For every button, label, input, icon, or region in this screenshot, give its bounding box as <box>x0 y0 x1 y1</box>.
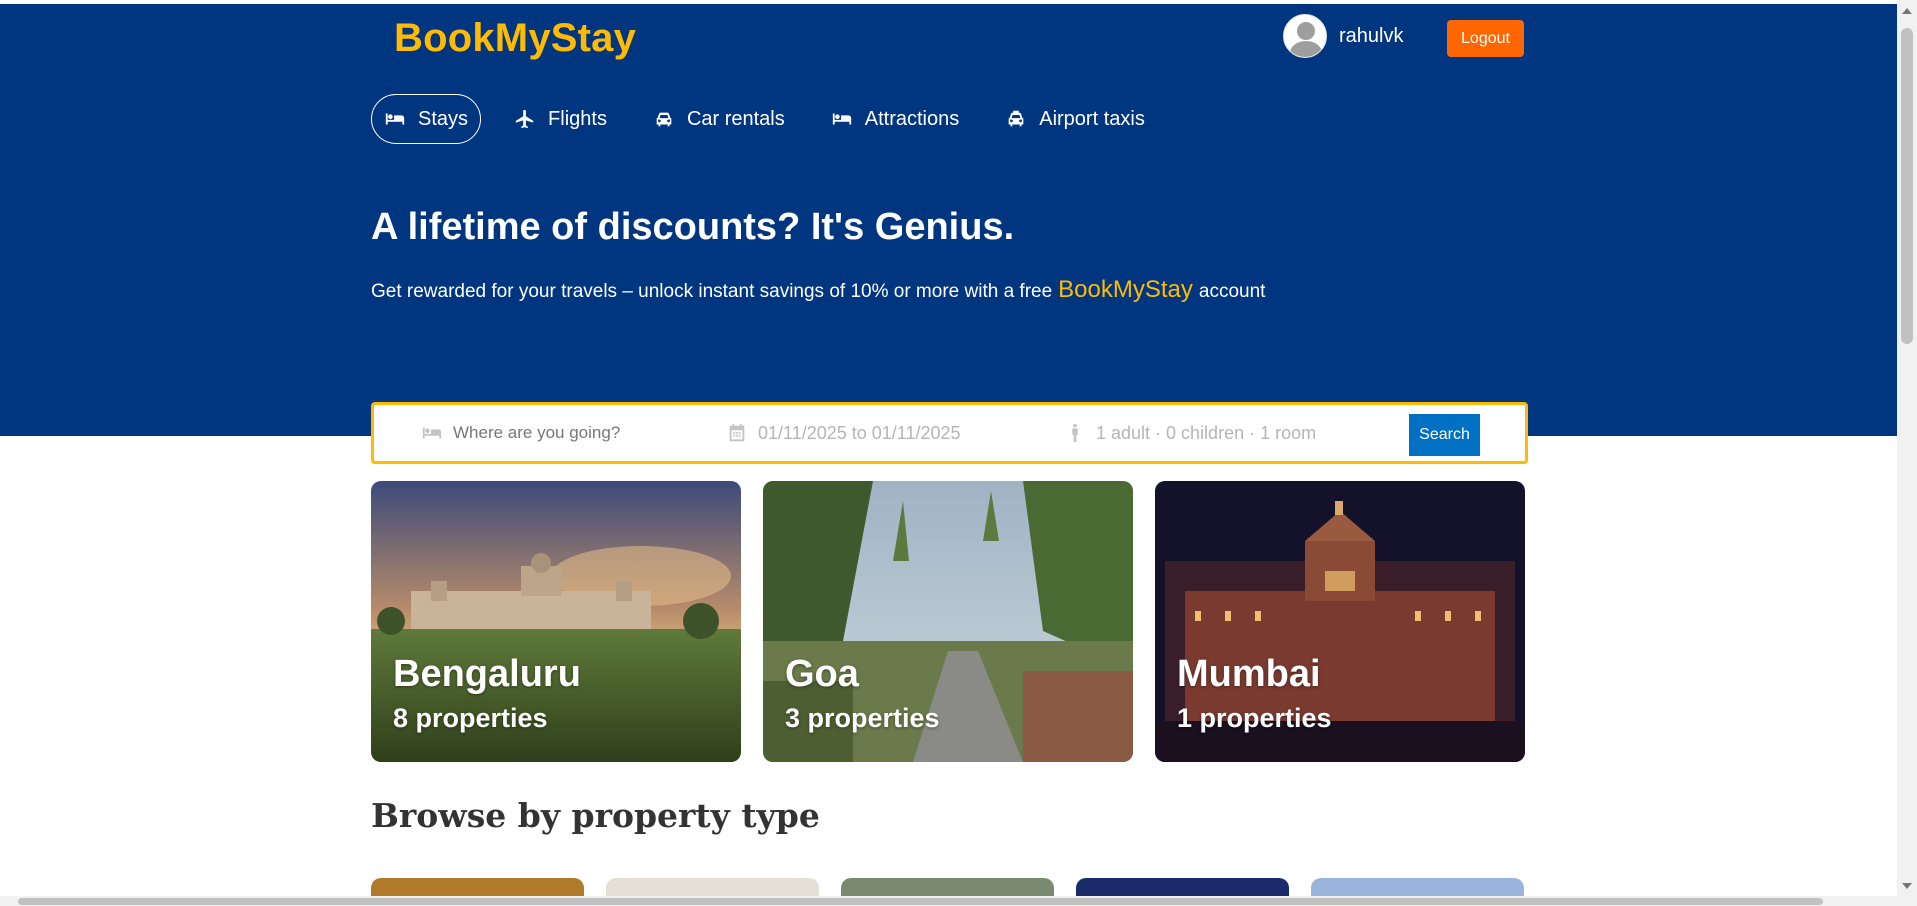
nav-item-label: Flights <box>548 107 607 130</box>
city-properties-count: 1 properties <box>1177 703 1332 733</box>
horizontal-scrollbar[interactable] <box>0 896 1897 906</box>
date-range-text[interactable]: 01/11/2025 to 01/11/2025 <box>758 423 961 444</box>
city-name: Mumbai <box>1177 653 1321 695</box>
hero-subtitle-end: account <box>1198 281 1266 302</box>
nav-item-label: Stays <box>418 107 469 130</box>
nav-item-stays[interactable]: Stays <box>371 94 482 144</box>
taxi-icon <box>1008 110 1024 127</box>
property-type-card[interactable] <box>606 878 819 898</box>
plane-icon <box>515 109 534 129</box>
calendar-icon <box>729 423 745 442</box>
property-type-card[interactable] <box>841 878 1054 898</box>
nav-item-label: Airport taxis <box>1039 107 1145 130</box>
city-name: Bengaluru <box>393 653 581 695</box>
logout-button[interactable]: Logout <box>1447 20 1524 57</box>
destination-field[interactable]: Where are you going? <box>421 422 620 444</box>
hero-subtitle-brand: BookMyStay <box>1058 276 1193 303</box>
property-type-card[interactable] <box>371 878 584 898</box>
brand-logo[interactable]: BookMyStay <box>394 16 636 61</box>
search-button[interactable]: Search <box>1409 414 1480 456</box>
date-field[interactable]: 01/11/2025 to 01/11/2025 <box>726 422 961 444</box>
scroll-up-icon[interactable] <box>1902 8 1912 14</box>
hero-subtitle-text: Get rewarded for your travels – unlock i… <box>371 281 1053 302</box>
city-card-bengaluru[interactable]: Bengaluru 8 properties <box>371 481 741 762</box>
person-icon <box>1072 423 1078 443</box>
scrollbar-thumb[interactable] <box>1901 28 1913 344</box>
vertical-scrollbar[interactable] <box>1897 0 1917 906</box>
main-nav: Stays Flights Car rentals Attractions Ai… <box>371 94 1158 144</box>
nav-item-airport-taxis[interactable]: Airport taxis <box>992 94 1158 144</box>
city-name: Goa <box>785 653 859 695</box>
property-type-list <box>371 878 1524 898</box>
nav-item-label: Car rentals <box>686 107 785 130</box>
username-label: rahulvk <box>1339 24 1404 47</box>
user-avatar-icon <box>1283 14 1327 58</box>
user-profile[interactable]: rahulvk <box>1283 14 1403 58</box>
city-card-mumbai[interactable]: Mumbai 1 properties <box>1155 481 1525 762</box>
scrollbar-thumb[interactable] <box>18 898 1823 905</box>
hero-subtitle: Get rewarded for your travels – unlock i… <box>371 276 1265 304</box>
nav-item-label: Attractions <box>864 107 960 130</box>
browse-property-type-title: Browse by property type <box>371 796 820 835</box>
property-type-card[interactable] <box>1076 878 1289 898</box>
car-icon <box>656 112 672 127</box>
city-card-goa[interactable]: Goa 3 properties <box>763 481 1133 762</box>
page-header: BookMyStay rahulvk Logout Stays Flights … <box>0 4 1897 436</box>
nav-item-car-rentals[interactable]: Car rentals <box>640 94 798 144</box>
guests-field[interactable]: 1 adult · 0 children · 1 room <box>1064 422 1316 444</box>
destination-input[interactable]: Where are you going? <box>453 423 620 443</box>
property-type-card[interactable] <box>1311 878 1524 898</box>
search-bar: Where are you going? 01/11/2025 to 01/11… <box>371 402 1528 464</box>
guests-text[interactable]: 1 adult · 0 children · 1 room <box>1096 423 1316 444</box>
city-properties-count: 8 properties <box>393 703 548 733</box>
bed-icon <box>422 427 442 439</box>
nav-item-attractions[interactable]: Attractions <box>818 94 972 144</box>
scroll-down-icon[interactable] <box>1902 883 1912 889</box>
nav-item-flights[interactable]: Flights <box>501 94 620 144</box>
featured-cities: Bengaluru 8 properties Goa 3 properties <box>371 481 1525 762</box>
city-properties-count: 3 properties <box>785 703 940 733</box>
bed-icon <box>832 113 851 125</box>
hero-title: A lifetime of discounts? It's Genius. <box>371 206 1015 248</box>
bed-icon <box>385 113 405 125</box>
